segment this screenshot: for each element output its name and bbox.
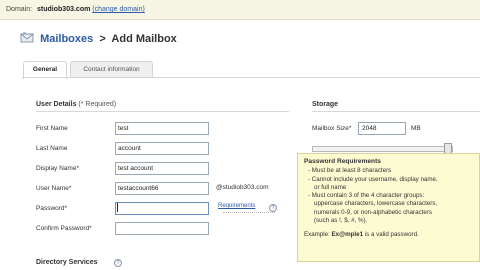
page-title: Add Mailbox [111,33,177,45]
tooltip-rule: (such as !, $, #, %). [314,217,368,225]
breadcrumb-mailboxes-link[interactable]: Mailboxes [40,33,93,45]
storage-title: Storage [312,101,339,108]
example-suffix: is a valid password. [364,231,419,239]
mailbox-size-slider-track[interactable] [312,146,453,152]
example-password: Ex@mple1 [331,231,364,239]
page-header: Mailboxes > Add Mailbox [20,32,177,50]
user-name-domain-suffix: @studiob303.com [216,184,269,191]
password-field[interactable] [115,202,209,215]
user-name-label: User Name* [36,185,72,192]
breadcrumb-separator: > [99,33,106,45]
last-name-label: Last Name [36,145,68,152]
confirm-password-label: Confirm Password* [36,225,92,232]
user-details-title: User Details (* Required) [36,101,117,108]
requirements-link[interactable]: Requirements [218,203,255,209]
mailboxes-icon [20,32,34,43]
mailbox-size-unit: MB [411,125,421,132]
domain-label: Domain: [6,6,33,13]
tooltip-rule: - Must contain 3 of the 4 character grou… [308,192,425,200]
password-label: Password* [36,205,68,212]
display-name-field[interactable]: test account [115,162,209,175]
tooltip-rule: uppercase characters, lowercase characte… [314,200,438,208]
tooltip-title: Password Requirements [304,158,381,165]
tab-divider [22,77,480,78]
last-name-field[interactable]: account [115,142,209,155]
tooltip-example: Example: Ex@mple1 is a valid password. [304,231,473,239]
directory-services-help-icon[interactable]: ? [114,259,122,267]
tooltip-rule: - Must be at least 8 characters [308,167,392,175]
password-help-icon[interactable]: ? [269,204,277,212]
first-name-label: First Name [36,125,68,132]
tab-contact-information[interactable]: Contact information [70,61,153,78]
required-note: (* Required) [78,101,117,108]
password-requirements-tooltip: Password Requirements - Must be at least… [297,153,480,262]
user-name-field[interactable]: testaccount66 [115,182,209,195]
change-domain-link[interactable]: (change domain) [92,6,145,13]
mailbox-size-field[interactable]: 2048 [358,122,406,135]
tooltip-rule: - Cannot include your username, display … [308,175,438,183]
first-name-field[interactable]: test [115,122,209,135]
domain-name: studiob303.com [37,6,91,13]
display-name-label: Display Name* [36,165,79,172]
text-cursor [117,203,118,212]
user-details-divider [36,111,289,112]
directory-services-title: Directory Services [36,259,98,266]
confirm-password-field[interactable] [115,222,209,235]
example-prefix: Example: [304,231,330,239]
tooltip-rule: or full name [314,183,347,191]
requirements-dotted-rule [223,212,275,213]
domain-bar: Domain: studiob303.com (change domain) [0,0,480,20]
mailbox-size-label: Mailbox Size* [312,125,352,132]
tooltip-rule: numerals 0-9, or non-alphabetic characte… [314,208,432,216]
storage-divider [312,111,480,112]
